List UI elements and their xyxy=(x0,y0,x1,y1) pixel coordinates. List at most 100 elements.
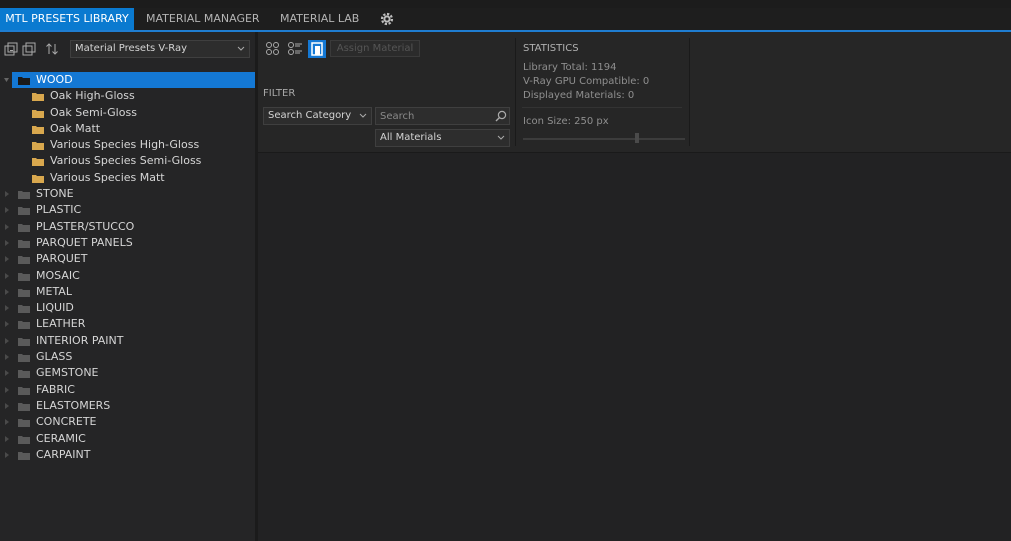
collapsed-arrow-icon[interactable] xyxy=(4,337,9,344)
grid-view-icon[interactable] xyxy=(264,40,282,58)
tree-item-child[interactable]: Various Species High-Gloss xyxy=(0,137,255,153)
tree-item-label: WOOD xyxy=(36,73,73,86)
expanded-arrow-icon[interactable] xyxy=(4,77,9,83)
folder-icon xyxy=(18,256,30,265)
tree-item-label: LIQUID xyxy=(36,301,74,315)
tree-item-category[interactable]: INTERIOR PAINT xyxy=(0,333,255,349)
tree-item-category[interactable]: PLASTER/STUCCO xyxy=(0,219,255,235)
icon-size-slider-handle[interactable] xyxy=(635,133,639,143)
tab-mtl-presets-library[interactable]: MTL PRESETS LIBRARY xyxy=(0,8,134,30)
collapsed-arrow-icon[interactable] xyxy=(4,272,9,279)
tree-item-wood[interactable]: WOOD xyxy=(4,72,255,89)
folder-icon xyxy=(32,142,44,151)
sort-icon[interactable] xyxy=(44,41,60,57)
filter-label: FILTER xyxy=(263,88,296,99)
tree-item-category[interactable]: CARPAINT xyxy=(0,447,255,463)
tree-item-category[interactable]: ELASTOMERS xyxy=(0,398,255,414)
folder-icon xyxy=(18,435,30,444)
list-view-icon[interactable] xyxy=(286,40,304,58)
preset-library-select[interactable]: Material Presets V-Ray xyxy=(70,40,250,58)
tree-item-label: CARPAINT xyxy=(36,447,91,461)
tree-item-category[interactable]: GEMSTONE xyxy=(0,365,255,381)
folder-icon xyxy=(18,305,30,314)
collapsed-arrow-icon[interactable] xyxy=(4,419,9,426)
tree-item-label: Oak High-Gloss xyxy=(50,89,135,103)
tree-item-category[interactable]: METAL xyxy=(0,284,255,300)
folder-icon xyxy=(18,288,30,297)
tree-item-category[interactable]: PARQUET PANELS xyxy=(0,235,255,251)
materials-filter-select[interactable]: All Materials xyxy=(375,129,510,147)
collapsed-arrow-icon[interactable] xyxy=(4,354,9,361)
tree-item-label: CERAMIC xyxy=(36,431,86,445)
folder-icon xyxy=(18,321,30,330)
collapsed-arrow-icon[interactable] xyxy=(4,288,9,295)
folder-icon xyxy=(18,354,30,363)
material-grid-area xyxy=(258,153,1011,541)
icon-size-label: Icon Size: 250 px xyxy=(523,116,609,127)
collapsed-arrow-icon[interactable] xyxy=(4,256,9,263)
collapsed-arrow-icon[interactable] xyxy=(4,223,9,230)
folder-icon xyxy=(18,223,30,232)
tree-item-child[interactable]: Various Species Matt xyxy=(0,170,255,186)
folder-icon xyxy=(32,125,44,134)
chevron-down-icon xyxy=(497,135,505,140)
tree-item-category[interactable]: FABRIC xyxy=(0,382,255,398)
expand-all-icon[interactable] xyxy=(4,41,20,57)
search-input[interactable] xyxy=(375,107,510,125)
folder-icon xyxy=(18,239,30,248)
chevron-down-icon xyxy=(359,113,367,118)
folder-icon xyxy=(18,386,30,395)
tree-item-label: METAL xyxy=(36,284,72,298)
search-icon[interactable] xyxy=(495,110,507,122)
tree-item-category[interactable]: CERAMIC xyxy=(0,431,255,447)
folder-icon xyxy=(18,77,30,85)
collapsed-arrow-icon[interactable] xyxy=(4,370,9,377)
collapsed-arrow-icon[interactable] xyxy=(4,402,9,409)
tree-item-child[interactable]: Various Species Semi-Gloss xyxy=(0,153,255,169)
material-browser: Assign Material FILTER Search Category A… xyxy=(258,32,1011,541)
tree-item-category[interactable]: LIQUID xyxy=(0,300,255,316)
assign-material-button[interactable]: Assign Material xyxy=(330,40,420,57)
tree-item-category[interactable]: PARQUET xyxy=(0,251,255,267)
tree-item-label: PLASTIC xyxy=(36,203,82,217)
library-total: Library Total: 1194 xyxy=(523,62,617,73)
tab-material-manager[interactable]: MATERIAL MANAGER xyxy=(146,8,260,30)
chevron-down-icon xyxy=(237,46,245,51)
collapsed-arrow-icon[interactable] xyxy=(4,207,9,214)
browser-header: Assign Material FILTER Search Category A… xyxy=(258,32,1011,153)
tree-item-category[interactable]: MOSAIC xyxy=(0,268,255,284)
collapse-all-icon[interactable] xyxy=(22,41,38,57)
collapsed-arrow-icon[interactable] xyxy=(4,386,9,393)
tree-item-category[interactable]: CONCRETE xyxy=(0,414,255,430)
tree-item-label: INTERIOR PAINT xyxy=(36,333,124,347)
tree-item-label: Oak Matt xyxy=(50,121,101,135)
collapsed-arrow-icon[interactable] xyxy=(4,305,9,312)
materials-filter-value: All Materials xyxy=(380,132,442,143)
collapsed-arrow-icon[interactable] xyxy=(4,191,9,198)
tree-item-category[interactable]: GLASS xyxy=(0,349,255,365)
tree-item-label: FABRIC xyxy=(36,382,75,396)
search-category-select[interactable]: Search Category xyxy=(263,107,372,125)
tree-item-label: Various Species Semi-Gloss xyxy=(50,154,202,168)
tree-item-child[interactable]: Oak High-Gloss xyxy=(0,88,255,104)
collapsed-arrow-icon[interactable] xyxy=(4,435,9,442)
icon-size-slider[interactable] xyxy=(523,138,685,140)
tree-item-label: PARQUET xyxy=(36,252,88,266)
collapsed-arrow-icon[interactable] xyxy=(4,321,9,328)
tab-material-lab[interactable]: MATERIAL LAB xyxy=(280,8,359,30)
tree-item-label: LEATHER xyxy=(36,317,86,331)
tree-item-label: CONCRETE xyxy=(36,415,97,429)
tree-item-category[interactable]: LEATHER xyxy=(0,316,255,332)
tree-item-child[interactable]: Oak Semi-Gloss xyxy=(0,105,255,121)
collapsed-arrow-icon[interactable] xyxy=(4,451,9,458)
tree-item-category[interactable]: PLASTIC xyxy=(0,202,255,218)
large-preview-icon[interactable] xyxy=(308,40,326,58)
tree-item-category[interactable]: STONE xyxy=(0,186,255,202)
tree-item-label: GEMSTONE xyxy=(36,366,99,380)
search-category-value: Search Category xyxy=(268,110,352,121)
collapsed-arrow-icon[interactable] xyxy=(4,239,9,246)
title-strip xyxy=(0,0,1011,8)
tree-item-child[interactable]: Oak Matt xyxy=(0,121,255,137)
gear-icon[interactable] xyxy=(378,10,396,28)
category-tree: WOOD Oak High-Gloss Oak Semi-Gloss Oak Mat… xyxy=(0,72,255,463)
